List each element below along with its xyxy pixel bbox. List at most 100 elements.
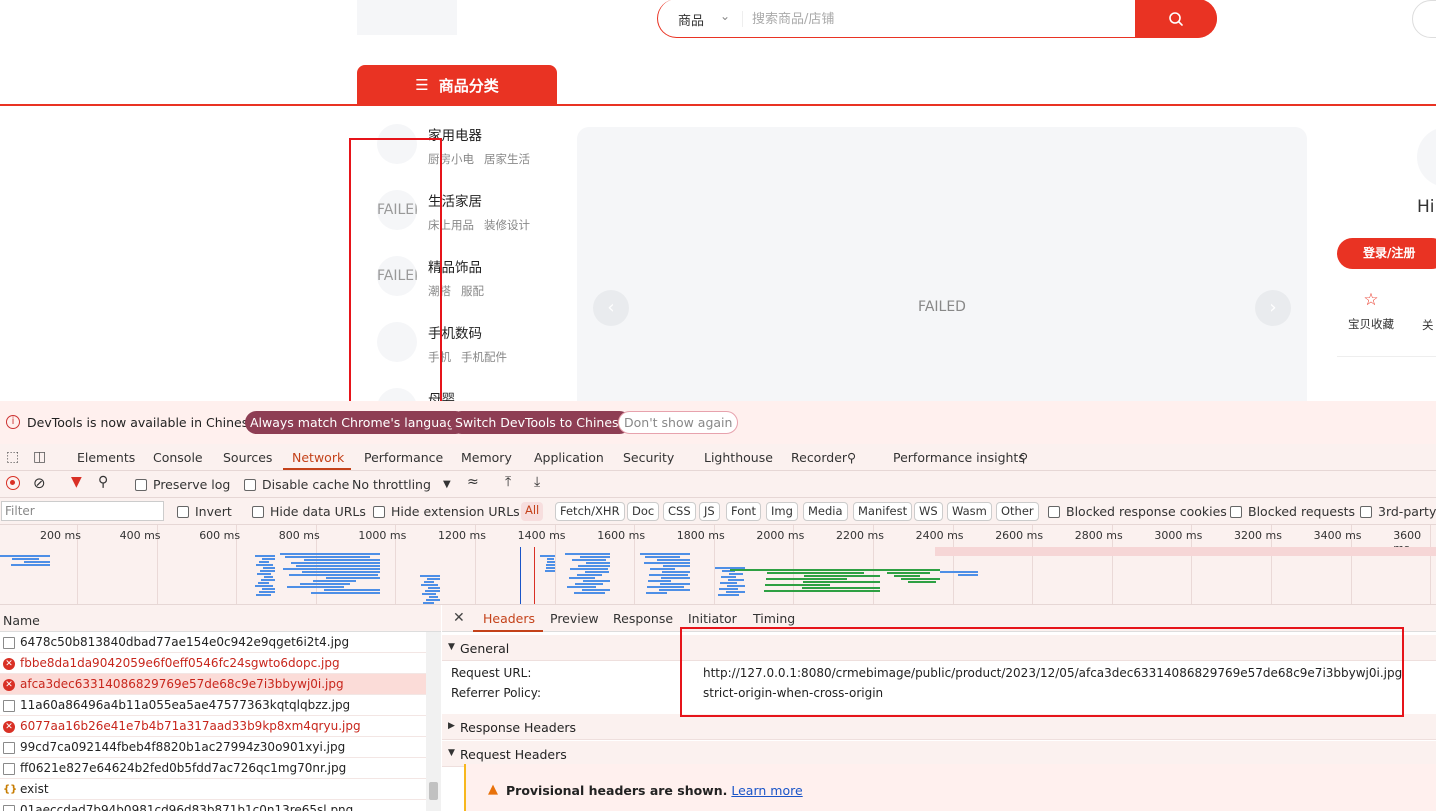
type-filter-ws[interactable]: WS [914, 502, 943, 521]
chevron-right-icon[interactable]: › [1255, 290, 1291, 326]
chevron-left-icon[interactable]: ‹ [593, 290, 629, 326]
tab-application[interactable]: Application [534, 450, 604, 465]
inspect-element-icon[interactable]: ⬚ [6, 449, 19, 465]
favorites-link[interactable]: ☆ 宝贝收藏 [1345, 290, 1397, 332]
category-sub-link[interactable]: 装修设计 [484, 218, 530, 232]
category-sub-link[interactable]: 居家生活 [484, 152, 530, 166]
type-filter-css[interactable]: CSS [663, 502, 696, 521]
type-filter-font[interactable]: Font [726, 502, 762, 521]
filter-input[interactable]: Filter [1, 501, 164, 521]
switch-chinese-button[interactable]: Switch DevTools to Chinese [450, 411, 632, 434]
tab-timing[interactable]: Timing [753, 611, 795, 626]
disable-cache-checkbox[interactable]: Disable cache [244, 477, 349, 492]
throttling-select[interactable]: No throttling [352, 477, 431, 492]
provisional-headers-warning: ▲ Provisional headers are shown. Learn mo… [464, 764, 1436, 811]
name-column-header[interactable]: Name [3, 613, 40, 628]
type-filter-all[interactable]: All [521, 502, 544, 521]
request-row[interactable]: ✕ afca3dec63314086829769e57de68c9e7i3bbyw… [0, 674, 426, 695]
scrollbar-thumb[interactable] [429, 782, 438, 800]
type-filter-wasm[interactable]: Wasm [947, 502, 992, 521]
search-button[interactable] [1135, 0, 1217, 38]
filter-icon[interactable]: ▼ [71, 474, 82, 490]
caret-down-icon[interactable]: ▼ [443, 479, 451, 490]
request-name: exist [20, 782, 49, 796]
timeline-request-bar [425, 590, 440, 592]
request-row[interactable]: 6478c50b813840dbad77ae154e0c942e9qget6i2… [0, 632, 426, 653]
clear-icon[interactable]: ⊘ [33, 474, 46, 492]
record-icon[interactable] [6, 476, 20, 490]
network-overview-timeline[interactable]: 200 ms 400 ms 600 ms 800 ms 1000 ms 1200 ms 14… [0, 525, 1436, 605]
follow-link[interactable]: 关 [1422, 317, 1434, 333]
type-filter-fetch[interactable]: Fetch/XHR [555, 502, 625, 521]
tab-performance-insights[interactable]: Performance insights [893, 450, 1025, 465]
match-language-button[interactable]: Always match Chrome's language [245, 411, 468, 434]
dont-show-again-button[interactable]: Don't show again [618, 411, 739, 434]
timeline-request-bar [658, 553, 686, 555]
timeline-tick-label: 1200 ms [438, 529, 486, 542]
timeline-request-bar [720, 582, 737, 584]
request-row[interactable]: {} exist [0, 779, 426, 800]
site-logo[interactable] [357, 0, 457, 35]
timeline-request-bar [570, 568, 608, 570]
tab-sources[interactable]: Sources [223, 450, 272, 465]
category-tab[interactable]: ☰ 商品分类 [357, 65, 557, 105]
blocked-cookies-checkbox[interactable]: Blocked response cookies [1048, 504, 1227, 519]
request-row[interactable]: ✕ fbbe8da1da9042059e6f0eff0546fc24sgwto6d… [0, 653, 426, 674]
hide-extension-urls-checkbox[interactable]: Hide extension URLs [373, 504, 520, 519]
cart-button[interactable] [1412, 0, 1436, 38]
device-toolbar-icon[interactable]: ◫ [33, 449, 46, 465]
type-filter-img[interactable]: Img [766, 502, 798, 521]
request-row[interactable]: 01aeccdad7b94b0981cd96d83b871b1c0n13re65… [0, 800, 426, 811]
tab-security[interactable]: Security [623, 450, 674, 465]
download-icon[interactable]: ⤓ [534, 474, 540, 490]
tab-elements[interactable]: Elements [77, 450, 135, 465]
request-row[interactable]: 11a60a86496a4b11a055ea5ae47577363kqtqlqb… [0, 695, 426, 716]
timeline-request-bar [567, 586, 596, 588]
category-sub-link[interactable]: 手机配件 [461, 350, 507, 364]
request-list-scrollbar[interactable] [426, 632, 441, 811]
tab-response[interactable]: Response [613, 611, 673, 626]
request-row[interactable]: ff0621e827e64624b2fed0b5fdd7ac726qc1mg70… [0, 758, 426, 779]
close-icon[interactable]: ✕ [453, 610, 465, 626]
invert-checkbox[interactable]: Invert [177, 504, 232, 519]
type-filter-doc[interactable]: Doc [627, 502, 660, 521]
tab-memory[interactable]: Memory [461, 450, 512, 465]
upload-icon[interactable]: ⤒ [505, 474, 511, 490]
type-filter-media[interactable]: Media [803, 502, 848, 521]
response-headers-section[interactable]: ▶ Response Headers [442, 714, 1436, 740]
tab-preview[interactable]: Preview [550, 611, 599, 626]
tab-recorder[interactable]: Recorder [791, 450, 847, 465]
blocked-requests-checkbox[interactable]: Blocked requests [1230, 504, 1355, 519]
tab-network[interactable]: Network [292, 450, 344, 465]
tab-console[interactable]: Console [153, 450, 203, 465]
tab-performance[interactable]: Performance [364, 450, 443, 465]
request-row[interactable]: 99cd7ca092144fbeb4f8820b1ac27994z30o901x… [0, 737, 426, 758]
hide-data-urls-checkbox[interactable]: Hide data URLs [252, 504, 366, 519]
third-party-checkbox[interactable]: 3rd-party [1360, 504, 1436, 519]
search-input[interactable] [752, 7, 1122, 31]
chevron-down-icon[interactable]: ⌄ [720, 9, 730, 23]
type-filter-js[interactable]: JS [699, 502, 720, 521]
request-name: 6077aa16b26e41e7b4b71a317aad33b9kp8xm4qr… [20, 719, 361, 733]
request-headers-title: Request Headers [460, 747, 567, 762]
search-icon[interactable]: ⚲ [98, 474, 108, 490]
type-filter-manifest[interactable]: Manifest [853, 502, 913, 521]
timeline-request-bar [580, 556, 610, 558]
tab-initiator[interactable]: Initiator [688, 611, 737, 626]
timeline-request-bar [802, 587, 880, 589]
timeline-request-bar [283, 568, 336, 570]
category-sub-link[interactable]: 服配 [461, 284, 484, 298]
request-row[interactable]: ✕ 6077aa16b26e41e7b4b71a317aad33b9kp8xm4q… [0, 716, 426, 737]
login-button[interactable]: 登录/注册 [1337, 238, 1436, 269]
search-category-select[interactable]: 商品 [678, 10, 704, 29]
learn-more-link[interactable]: Learn more [731, 783, 802, 798]
preserve-log-checkbox[interactable]: Preserve log [135, 477, 230, 492]
timeline-request-bar [547, 558, 554, 560]
tab-lighthouse[interactable]: Lighthouse [704, 450, 773, 465]
referrer-policy-label: Referrer Policy: [451, 686, 541, 700]
request-name: 01aeccdad7b94b0981cd96d83b871b1c0n13re65… [20, 803, 354, 811]
error-icon: ✕ [3, 658, 15, 670]
type-filter-other[interactable]: Other [996, 502, 1039, 521]
tab-headers[interactable]: Headers [483, 611, 535, 626]
network-conditions-icon[interactable]: ≈ [467, 474, 479, 490]
